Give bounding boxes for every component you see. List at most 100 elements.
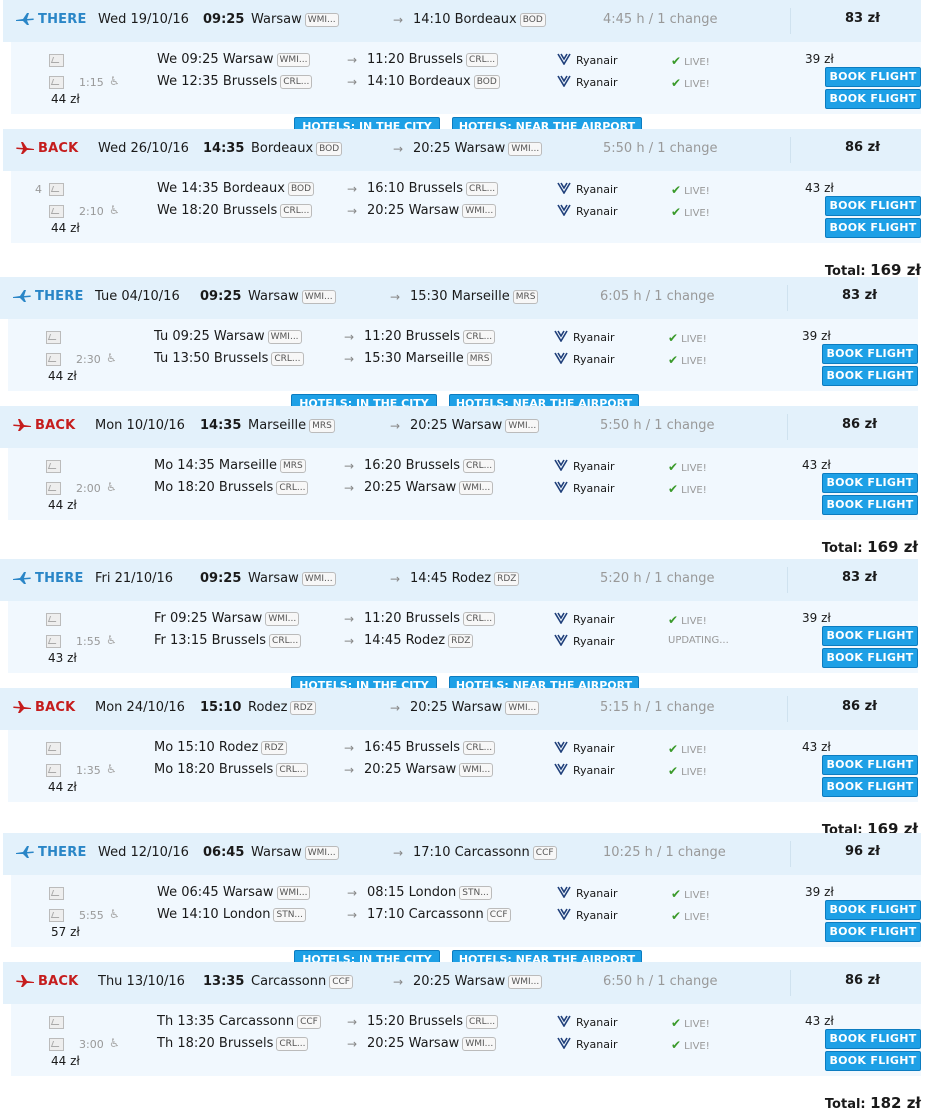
airport-code: WMI...	[265, 612, 300, 626]
image-placeholder-icon	[49, 1038, 64, 1051]
book-flight-button[interactable]: BOOK FLIGHT	[825, 1051, 921, 1071]
airport-code: CRL...	[466, 53, 499, 67]
return-origin: Bordeaux BOD	[251, 141, 343, 156]
outbound-price: 83 zł	[842, 288, 878, 303]
side-price: 43 zł	[48, 651, 77, 665]
book-flight-button[interactable]: BOOK FLIGHT	[825, 89, 921, 109]
return-price: 86 zł	[842, 699, 878, 714]
segment-status: ✔ LIVE!	[671, 909, 710, 923]
segment-departure: Mo 18:20 Brussels CRL...	[154, 762, 309, 777]
return-label: BACK	[35, 418, 76, 433]
segment-arrival: 20:25 Warsaw WMI...	[367, 1036, 497, 1051]
layover-time: 1:35	[76, 764, 101, 777]
outbound-label: THERE	[35, 571, 84, 586]
segment-price: 43 zł	[805, 1014, 834, 1028]
airline-name: Ryanair	[573, 764, 615, 777]
airport-code: WMI...	[508, 975, 543, 989]
check-icon: ✔	[668, 460, 679, 474]
layover-time: 1:15	[79, 76, 104, 89]
arrow-right-icon: →	[344, 459, 355, 473]
ryanair-logo-icon	[557, 182, 571, 194]
airport-code: WMI...	[304, 846, 339, 860]
image-placeholder-icon	[46, 460, 61, 473]
segment-status: ✔ LIVE!	[671, 183, 710, 197]
book-flight-button[interactable]: BOOK FLIGHT	[825, 900, 921, 920]
book-flight-button[interactable]: BOOK FLIGHT	[822, 626, 918, 646]
segment-arrival: 14:45 Rodez RDZ	[364, 633, 474, 648]
outbound-destination: 15:30 Marseille MRS	[410, 289, 539, 304]
layover-time: 2:30	[76, 353, 101, 366]
segment-departure: Fr 13:15 Brussels CRL...	[154, 633, 302, 648]
arrow-right-icon: →	[344, 634, 355, 648]
book-flight-button[interactable]: BOOK FLIGHT	[822, 473, 918, 493]
airport-code: CRL...	[271, 352, 304, 366]
airline-name: Ryanair	[576, 54, 618, 67]
airport-code: WMI...	[276, 886, 311, 900]
image-placeholder-icon	[49, 54, 64, 67]
book-flight-button[interactable]: BOOK FLIGHT	[822, 495, 918, 515]
book-flight-button[interactable]: BOOK FLIGHT	[822, 648, 918, 668]
segment-status: ✔ LIVE!	[671, 1016, 710, 1030]
trip-total: Total: 169 zł	[821, 538, 918, 556]
seat-icon: ♿	[109, 74, 120, 88]
arrow-right-icon: →	[344, 352, 355, 366]
return-segments: 1:35 ♿ 44 zł Mo 15:10 Rodez RDZ → 16:45 B…	[8, 730, 918, 802]
arrow-right-icon: →	[393, 975, 404, 989]
airline-name: Ryanair	[576, 1016, 618, 1029]
segment-status: ✔ LIVE!	[671, 76, 710, 90]
book-flight-button[interactable]: BOOK FLIGHT	[825, 218, 921, 238]
arrow-right-icon: →	[344, 481, 355, 495]
book-flight-button[interactable]: BOOK FLIGHT	[822, 777, 918, 797]
airport-code: WMI...	[301, 572, 336, 586]
book-flight-button[interactable]: BOOK FLIGHT	[825, 922, 921, 942]
book-flight-button[interactable]: BOOK FLIGHT	[825, 1029, 921, 1049]
segment-arrival: 16:20 Brussels CRL...	[364, 458, 496, 473]
outbound-time: 06:45	[203, 845, 245, 860]
book-flight-button[interactable]: BOOK FLIGHT	[825, 67, 921, 87]
return-origin: Marseille MRS	[248, 418, 335, 433]
airline-name: Ryanair	[573, 635, 615, 648]
airport-code: CCF	[329, 975, 353, 989]
return-time: 14:35	[200, 418, 242, 433]
side-price: 57 zł	[51, 925, 80, 939]
outbound-label: THERE	[35, 289, 84, 304]
side-price: 44 zł	[51, 92, 80, 106]
segment-departure: We 06:45 Warsaw WMI...	[157, 885, 311, 900]
return-destination: 20:25 Warsaw WMI...	[413, 141, 543, 156]
outbound-date: Wed 12/10/16	[98, 845, 189, 860]
arrow-right-icon: →	[347, 908, 358, 922]
airport-code: CRL...	[466, 1015, 499, 1029]
check-icon: ✔	[668, 353, 679, 367]
book-flight-button[interactable]: BOOK FLIGHT	[822, 366, 918, 386]
image-placeholder-icon	[49, 76, 64, 89]
book-flight-button[interactable]: BOOK FLIGHT	[822, 344, 918, 364]
outbound-origin: Warsaw WMI...	[248, 289, 336, 304]
airport-code: MRS	[466, 352, 493, 366]
segment-arrival: 17:10 Carcassonn CCF	[367, 907, 511, 922]
book-flight-button[interactable]: BOOK FLIGHT	[822, 755, 918, 775]
airport-code: STN...	[273, 908, 307, 922]
arrow-right-icon: →	[347, 1037, 358, 1051]
return-date: Thu 13/10/16	[98, 974, 185, 989]
airport-code: WMI...	[462, 204, 497, 218]
return-time: 15:10	[200, 700, 242, 715]
ryanair-logo-icon	[554, 763, 568, 775]
trip-card: THERE Wed 19/10/16 09:25 Warsaw WMI... → …	[3, 0, 921, 279]
return-destination: 20:25 Warsaw WMI...	[410, 418, 540, 433]
segment-status: ✔ LIVE!	[668, 331, 707, 345]
book-flight-button[interactable]: BOOK FLIGHT	[825, 196, 921, 216]
arrow-right-icon: →	[347, 53, 358, 67]
return-duration: 5:50 h / 1 change	[603, 141, 718, 156]
layover-time: 2:10	[79, 205, 104, 218]
segment-status: ✔ LIVE!	[671, 205, 710, 219]
layover-time: 1:55	[76, 635, 101, 648]
airport-code: CRL...	[463, 741, 496, 755]
trip-total: Total: 182 zł	[824, 1094, 921, 1112]
divider	[790, 137, 791, 163]
segment-price: 43 zł	[802, 740, 831, 754]
ryanair-logo-icon	[557, 204, 571, 216]
outbound-price: 83 zł	[842, 570, 878, 585]
segment-departure: We 14:35 Bordeaux BOD	[157, 181, 314, 196]
airline-name: Ryanair	[573, 460, 615, 473]
outbound-segments: 5:55 ♿ 57 zł We 06:45 Warsaw WMI... → 08:…	[11, 875, 921, 947]
